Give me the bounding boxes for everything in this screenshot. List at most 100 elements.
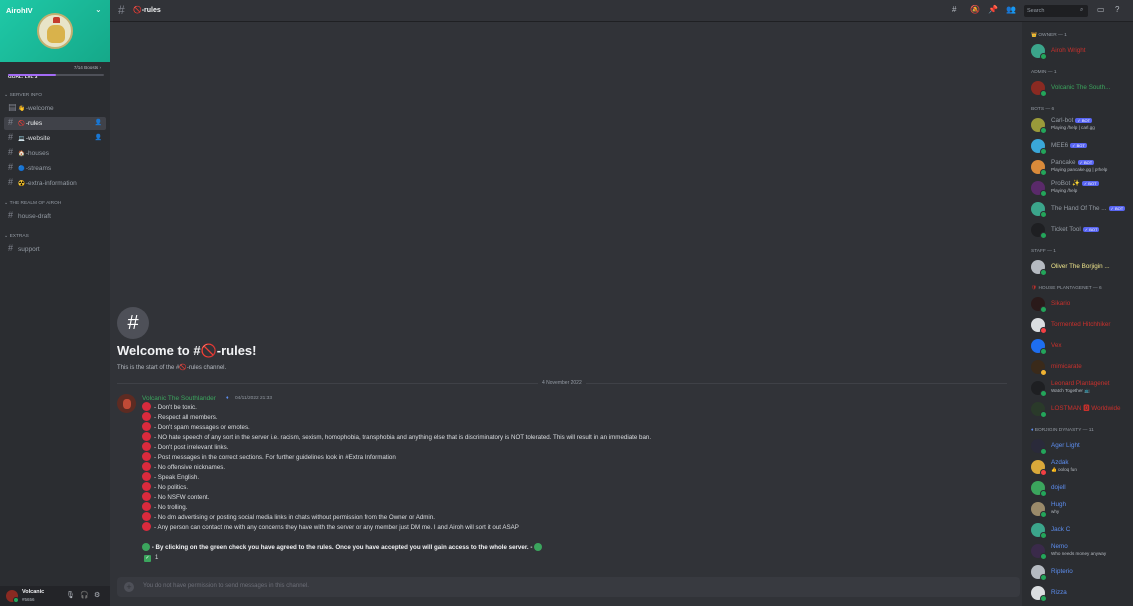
avatar[interactable] bbox=[117, 394, 136, 413]
avatar[interactable] bbox=[1031, 118, 1047, 134]
member-item[interactable]: Vex bbox=[1022, 336, 1133, 357]
boost-count[interactable]: 7/14 Boosts › bbox=[74, 65, 101, 70]
message-input-placeholder: You do not have permission to send messa… bbox=[143, 583, 309, 589]
reaction-green-check[interactable]: ✓ 1 bbox=[144, 555, 158, 562]
channel-item[interactable]: # support bbox=[4, 243, 106, 256]
avatar[interactable] bbox=[1031, 339, 1047, 355]
channel-item[interactable]: # 🔵-streams bbox=[4, 162, 106, 175]
avatar[interactable] bbox=[1031, 502, 1047, 518]
member-item[interactable]: The Hand Of The ... ✓ BOT bbox=[1022, 199, 1133, 220]
member-item[interactable]: Leonard Plantagenet Watch Together 📺 bbox=[1022, 378, 1133, 399]
member-item[interactable]: mimicarate bbox=[1022, 357, 1133, 378]
avatar[interactable] bbox=[1031, 202, 1047, 218]
member-item[interactable]: Rizza bbox=[1022, 583, 1133, 604]
member-list-icon[interactable]: 👥 bbox=[1006, 5, 1016, 14]
green-check-icon bbox=[142, 543, 150, 551]
category-extras[interactable]: ⌄ EXTRAS bbox=[0, 232, 110, 241]
member-item[interactable]: Nemo Who needs money anyway bbox=[1022, 541, 1133, 562]
member-item[interactable]: Ager Light bbox=[1022, 436, 1133, 457]
invite-icon[interactable]: 👤 bbox=[95, 117, 102, 130]
threads-icon[interactable]: # bbox=[952, 5, 956, 14]
member-item[interactable]: Jack C bbox=[1022, 520, 1133, 541]
member-item[interactable]: Oliver The Borjigin ... bbox=[1022, 257, 1133, 278]
member-item[interactable]: Carl-bot ✓ BOT Playing /help | carl.gg bbox=[1022, 115, 1133, 136]
member-item[interactable]: Hugh why bbox=[1022, 499, 1133, 520]
member-item[interactable]: dojell bbox=[1022, 478, 1133, 499]
avatar[interactable] bbox=[1031, 44, 1047, 60]
member-group-header: STAFF — 1 bbox=[1022, 247, 1133, 257]
server-header[interactable]: AirohIV ⌄ bbox=[0, 0, 110, 62]
headphones-icon[interactable]: 🎧 bbox=[80, 591, 89, 599]
member-activity: why bbox=[1051, 509, 1060, 514]
no-entry-icon bbox=[142, 442, 151, 452]
avatar[interactable] bbox=[1031, 439, 1047, 455]
avatar[interactable] bbox=[1031, 402, 1047, 418]
category-server-info[interactable]: ⌄ SERVER INFO bbox=[0, 91, 110, 100]
member-item[interactable]: Ticket Tool ✓ BOT bbox=[1022, 220, 1133, 241]
member-item[interactable]: Airoh Wright bbox=[1022, 41, 1133, 62]
member-activity: Who needs money anyway bbox=[1051, 551, 1107, 556]
avatar[interactable] bbox=[1031, 297, 1047, 313]
member-name: Rizza bbox=[1051, 589, 1067, 596]
category-label: THE REALM OF AIROH bbox=[9, 201, 62, 206]
member-item[interactable]: Ripterio bbox=[1022, 562, 1133, 583]
inbox-icon[interactable]: ▭ bbox=[1097, 5, 1105, 14]
member-group-label: OWNER — 1 bbox=[1038, 33, 1067, 38]
avatar[interactable] bbox=[1031, 223, 1047, 239]
avatar[interactable] bbox=[1031, 318, 1047, 334]
member-name: Airoh Wright bbox=[1051, 47, 1086, 54]
no-entry-icon bbox=[142, 492, 151, 502]
member-item[interactable]: MEE6 ✓ BOT bbox=[1022, 136, 1133, 157]
category-the-realm-of-airoh[interactable]: ⌄ THE REALM OF AIROH bbox=[0, 199, 110, 208]
plus-icon[interactable]: + bbox=[124, 582, 134, 592]
invite-icon[interactable]: 👤 bbox=[95, 132, 102, 145]
avatar[interactable] bbox=[1031, 139, 1047, 155]
avatar[interactable] bbox=[1031, 360, 1047, 376]
no-entry-icon bbox=[142, 432, 151, 442]
member-item[interactable]: LOSTMAN 🅾 Worldwide bbox=[1022, 399, 1133, 420]
member-name: Nemo bbox=[1051, 543, 1068, 550]
avatar[interactable] bbox=[1031, 586, 1047, 602]
channel-item[interactable]: # 🚫-rules 👤 bbox=[4, 117, 106, 130]
avatar[interactable] bbox=[1031, 81, 1047, 97]
member-item[interactable]: Volcanic The South... bbox=[1022, 78, 1133, 99]
search-input[interactable]: Search ⌕ bbox=[1024, 5, 1088, 17]
member-item[interactable]: Pancake ✓ BOT Playing pancake.gg | p!help bbox=[1022, 157, 1133, 178]
avatar[interactable] bbox=[1031, 381, 1047, 397]
pin-icon[interactable]: 📌 bbox=[988, 5, 998, 14]
message-input[interactable]: + You do not have permission to send mes… bbox=[117, 577, 1020, 597]
member-item[interactable]: ProBot ✨ ✓ BOT Playing /help bbox=[1022, 178, 1133, 199]
avatar[interactable] bbox=[1031, 260, 1047, 276]
member-item[interactable]: Sikario bbox=[1022, 294, 1133, 315]
member-name: Azdak bbox=[1051, 459, 1069, 466]
boost-goal-bar[interactable]: GOAL: LVL 3 7/14 Boosts › bbox=[0, 62, 110, 82]
avatar[interactable] bbox=[1031, 565, 1047, 581]
member-item[interactable]: Azdak 👍 ooloq fun bbox=[1022, 457, 1133, 478]
avatar[interactable] bbox=[1031, 523, 1047, 539]
avatar[interactable] bbox=[1031, 181, 1047, 197]
hash-icon: # bbox=[8, 209, 14, 220]
channel-item[interactable]: # 💻-website 👤 bbox=[4, 132, 106, 145]
member-group-label: ADMIN — 1 bbox=[1031, 70, 1057, 75]
rule-item: - Don't be toxic. bbox=[142, 402, 651, 413]
avatar[interactable] bbox=[1031, 160, 1047, 176]
settings-gear-icon[interactable]: ⚙ bbox=[94, 591, 100, 599]
notification-bell-muted-icon[interactable]: 🔕 bbox=[970, 5, 980, 14]
microphone-icon[interactable]: 🎙 bbox=[66, 591, 75, 599]
member-item[interactable]: Tormented Hitchhiker bbox=[1022, 315, 1133, 336]
help-icon[interactable]: ? bbox=[1115, 5, 1119, 14]
channel-item[interactable]: ▤👋-welcome bbox=[4, 102, 106, 115]
message-author[interactable]: Volcanic The Southlander bbox=[142, 395, 216, 402]
chevron-down-icon[interactable]: ⌄ bbox=[95, 5, 102, 14]
channel-item[interactable]: # ☢️-extra-information bbox=[4, 177, 106, 190]
channel-name: -extra-information bbox=[25, 180, 77, 187]
role-icon: ♦ bbox=[226, 395, 229, 401]
channel-item[interactable]: # house-draft bbox=[4, 210, 106, 223]
user-tag: #5656 bbox=[22, 597, 35, 602]
avatar[interactable] bbox=[1031, 481, 1047, 497]
avatar[interactable] bbox=[1031, 460, 1047, 476]
member-group-header: BOTS — 6 bbox=[1022, 105, 1133, 115]
avatar[interactable] bbox=[1031, 544, 1047, 560]
channel-item[interactable]: # 🏠-houses bbox=[4, 147, 106, 160]
avatar[interactable] bbox=[6, 590, 19, 603]
